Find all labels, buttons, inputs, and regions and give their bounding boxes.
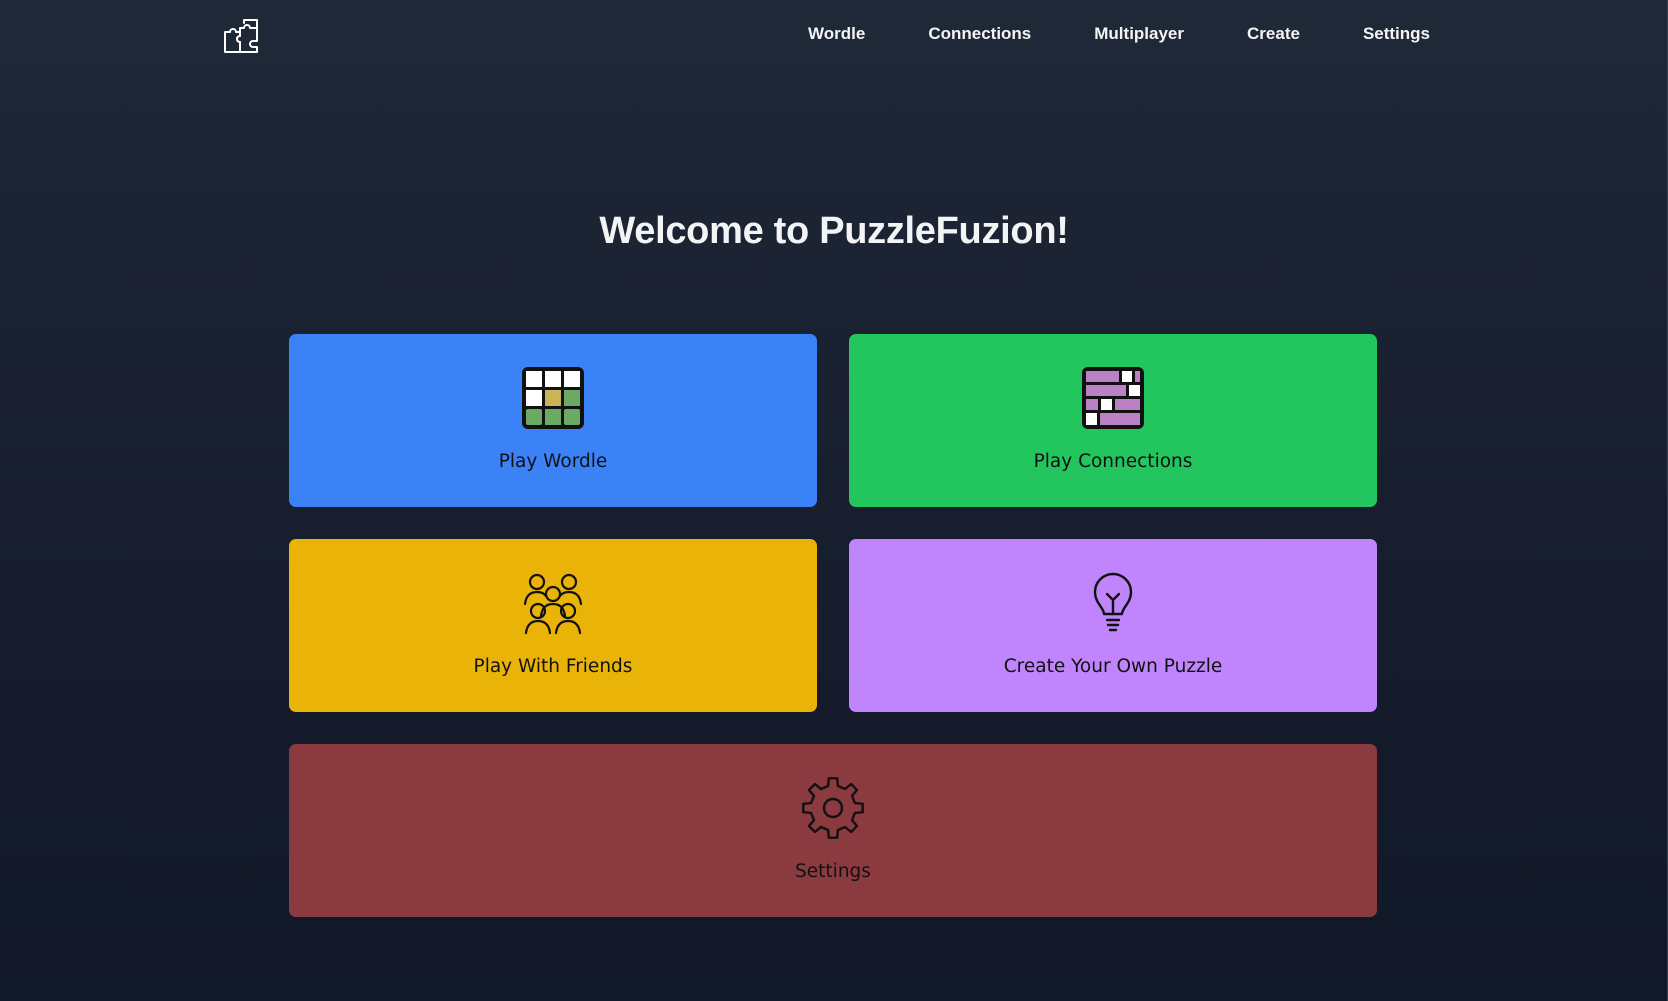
play-with-friends-card[interactable]: Play With Friends [289,539,817,712]
nav-link-connections[interactable]: Connections [928,24,1031,44]
settings-card[interactable]: Settings [289,744,1377,917]
create-puzzle-card[interactable]: Create Your Own Puzzle [849,539,1377,712]
puzzle-piece-icon[interactable] [222,17,260,55]
nav-link-multiplayer[interactable]: Multiplayer [1094,24,1184,44]
play-with-friends-label: Play With Friends [473,656,633,677]
gear-icon [802,777,864,839]
play-wordle-card[interactable]: Play Wordle [289,334,817,507]
play-connections-card[interactable]: Play Connections [849,334,1377,507]
page-title: Welcome to PuzzleFuzion! [599,210,1069,252]
nav-link-wordle[interactable]: Wordle [808,24,865,44]
nav-link-settings[interactable]: Settings [1363,24,1430,44]
nav-links: Wordle Connections Multiplayer Create Se… [808,24,1430,44]
people-group-icon [523,573,583,635]
wordle-grid-icon [522,367,584,429]
play-connections-label: Play Connections [1033,451,1193,472]
lightbulb-icon [1093,572,1133,632]
connections-grid-icon [1082,367,1144,429]
create-puzzle-label: Create Your Own Puzzle [1003,656,1223,677]
play-wordle-label: Play Wordle [498,451,608,472]
top-navbar: Wordle Connections Multiplayer Create Se… [0,0,1668,72]
nav-link-create[interactable]: Create [1247,24,1300,44]
settings-label: Settings [795,861,871,882]
